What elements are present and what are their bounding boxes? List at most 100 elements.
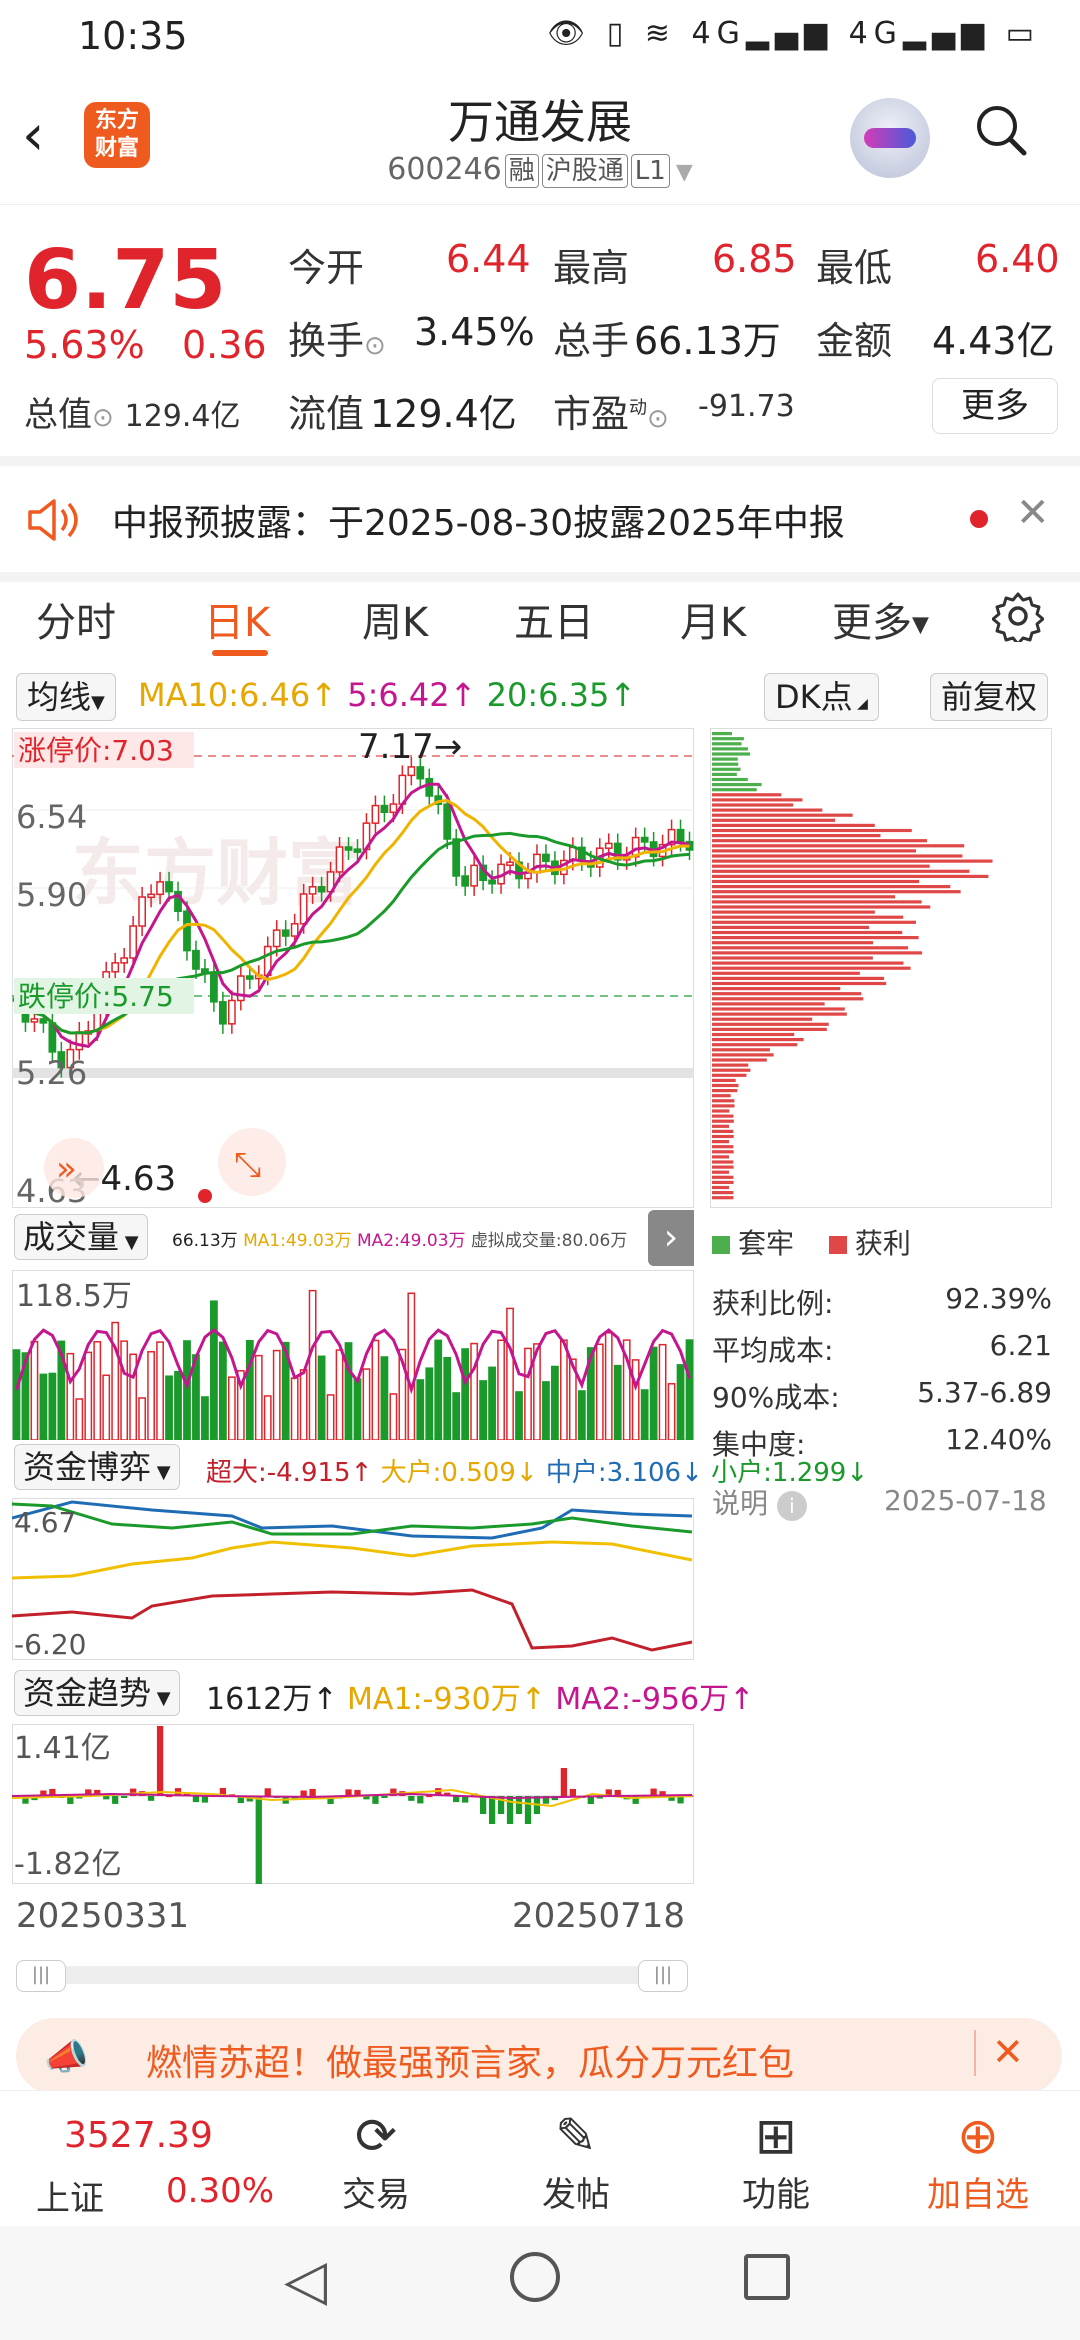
home-circle-icon[interactable] [510,2252,560,2302]
fund-trend-label: 资金趋势 [23,1674,152,1712]
trend-bar [479,1796,487,1814]
gear-icon[interactable] [992,590,1044,642]
event-dot[interactable] [198,1189,212,1203]
nav-add-watchlist[interactable]: ⊕ 加自选 [908,2105,1048,2216]
candle-body [542,853,550,863]
notice-bar[interactable]: 中报预披露：于2025-08-30披露2025年中报 ✕ [0,456,1080,582]
tab-more[interactable]: 更多▼ [832,590,929,648]
stat-90-cost: 90%成本: 5.37-6.89 [712,1376,1052,1416]
caret-down-icon: ▼ [91,692,105,713]
chip-bar [712,1043,798,1047]
chip-bar [712,849,917,853]
chip-bar [712,1185,730,1190]
volume-bar [12,1349,21,1440]
candle-body [299,893,308,925]
dk-point-button[interactable]: DK点 ◢ [764,673,879,721]
volume-bar [156,1341,164,1440]
chip-bar [712,915,904,919]
kline-chart[interactable]: 东方财富 涨停价:7.03 跌停价:5.75 7.17→ ←4.63 6.54 … [12,728,694,1208]
tab-five-day[interactable]: 五日 [514,590,594,648]
tab-daily-k[interactable]: 日K [204,590,270,648]
trend-bar [103,1796,110,1800]
promo-banner[interactable]: 📣 燃情苏超！做最强预言家，瓜分万元红包 ✕ [16,2018,1062,2094]
volume-value: 66.13万 [634,319,781,363]
chip-bar [712,1140,730,1144]
back-triangle-icon[interactable]: ◁ [284,2248,327,2313]
volume-selector[interactable]: 成交量 ▼ [14,1214,148,1260]
tab-weekly-k[interactable]: 周K [362,590,428,648]
chip-bar [712,1170,730,1174]
candle-body [147,893,155,899]
fund-game-selector[interactable]: 资金博弈 ▼ [14,1444,180,1490]
candle-body [317,886,326,893]
chip-bar [712,777,748,782]
limit-down-label: 跌停价:5.75 [18,980,174,1013]
ma-selector[interactable]: 均线▼ [16,673,116,721]
chip-bar [712,767,741,771]
trend-bar [156,1726,164,1796]
float-label: 流值 [288,392,365,436]
range-handle-right[interactable]: ||| [638,1960,688,1992]
index-name[interactable]: 上证 [36,2171,104,2220]
nav-add-label: 加自选 [927,2175,1029,2215]
chip-bar [712,1129,734,1133]
float-value: 129.4亿 [370,392,517,436]
chip-bar [712,737,744,741]
range-scrollbar[interactable]: ||| ||| [16,1960,688,1992]
volume-info-value: 66.13万 [172,1231,238,1251]
chip-bar [712,1058,767,1062]
adjust-button[interactable]: 前复权 [930,673,1049,721]
help-link[interactable]: 说明 i [712,1482,807,1522]
close-icon[interactable]: ✕ [992,2030,1024,2074]
index-change[interactable]: 0.30% [166,2171,274,2211]
amount-value: 4.43亿 [932,319,1055,363]
volume-bar [389,1393,398,1440]
turnover-label: 换手⊙ [288,310,386,365]
trend-bar [192,1796,200,1803]
chip-bar [712,1104,735,1108]
stat-label: 平均成本: [712,1334,834,1367]
fund-trend-selector[interactable]: 资金趋势 ▼ [14,1670,180,1716]
nav-post[interactable]: ✎ 发帖 [506,2105,646,2216]
trend-bar [121,1796,128,1798]
nav-trade[interactable]: ⟳ 交易 [306,2105,446,2216]
info-icon: ⊙ [364,331,386,361]
chip-bar [712,1165,734,1169]
index-value[interactable]: 3527.39 [64,2115,213,2156]
fund-trend-ma1: MA1:-930万↑ [347,1682,546,1717]
candle-body [461,875,470,887]
chevron-right-icon[interactable]: › [648,1210,694,1266]
tab-monthly-k[interactable]: 月K [680,590,746,648]
volume-bar [407,1292,416,1440]
axis-label: 118.5万 [16,1279,132,1314]
search-icon[interactable] [975,104,1027,156]
assistant-avatar[interactable] [850,98,930,178]
info-icon: ⊙ [92,403,114,433]
nav-functions[interactable]: ⊞ 功能 [706,2105,846,2216]
chip-bar [712,966,911,970]
range-handle-left[interactable]: ||| [16,1960,66,1992]
chip-bar [712,1145,734,1149]
start-date: 20250331 [16,1896,190,1936]
ma10-value: MA10:6.46↑ [138,676,338,714]
candle-body [138,896,147,927]
chip-bar [712,1007,845,1011]
close-icon[interactable]: ✕ [1016,490,1050,536]
chip-bar [712,752,751,756]
watermark: 东方财富 [72,831,360,915]
chip-bar [712,879,920,884]
candle-body [245,975,254,980]
more-button[interactable]: 更多 [932,378,1058,434]
chip-bar [712,981,887,986]
chip-bar [712,1038,804,1042]
recents-square-icon[interactable] [744,2254,790,2300]
volume-bar [254,1354,263,1440]
ma-selector-label: 均线 [27,678,92,716]
tab-intraday[interactable]: 分时 [36,590,116,648]
volume-bar [344,1342,353,1440]
chip-bar [712,1160,734,1164]
fund-trend-value: 1612万↑ [206,1682,338,1717]
quote-panel: 6.75 5.63% 0.36 总值⊙ 129.4亿 今开 6.44 最高 6.… [0,205,1080,455]
candle-body [640,836,649,843]
caret-down-icon: ▼ [119,1232,139,1253]
